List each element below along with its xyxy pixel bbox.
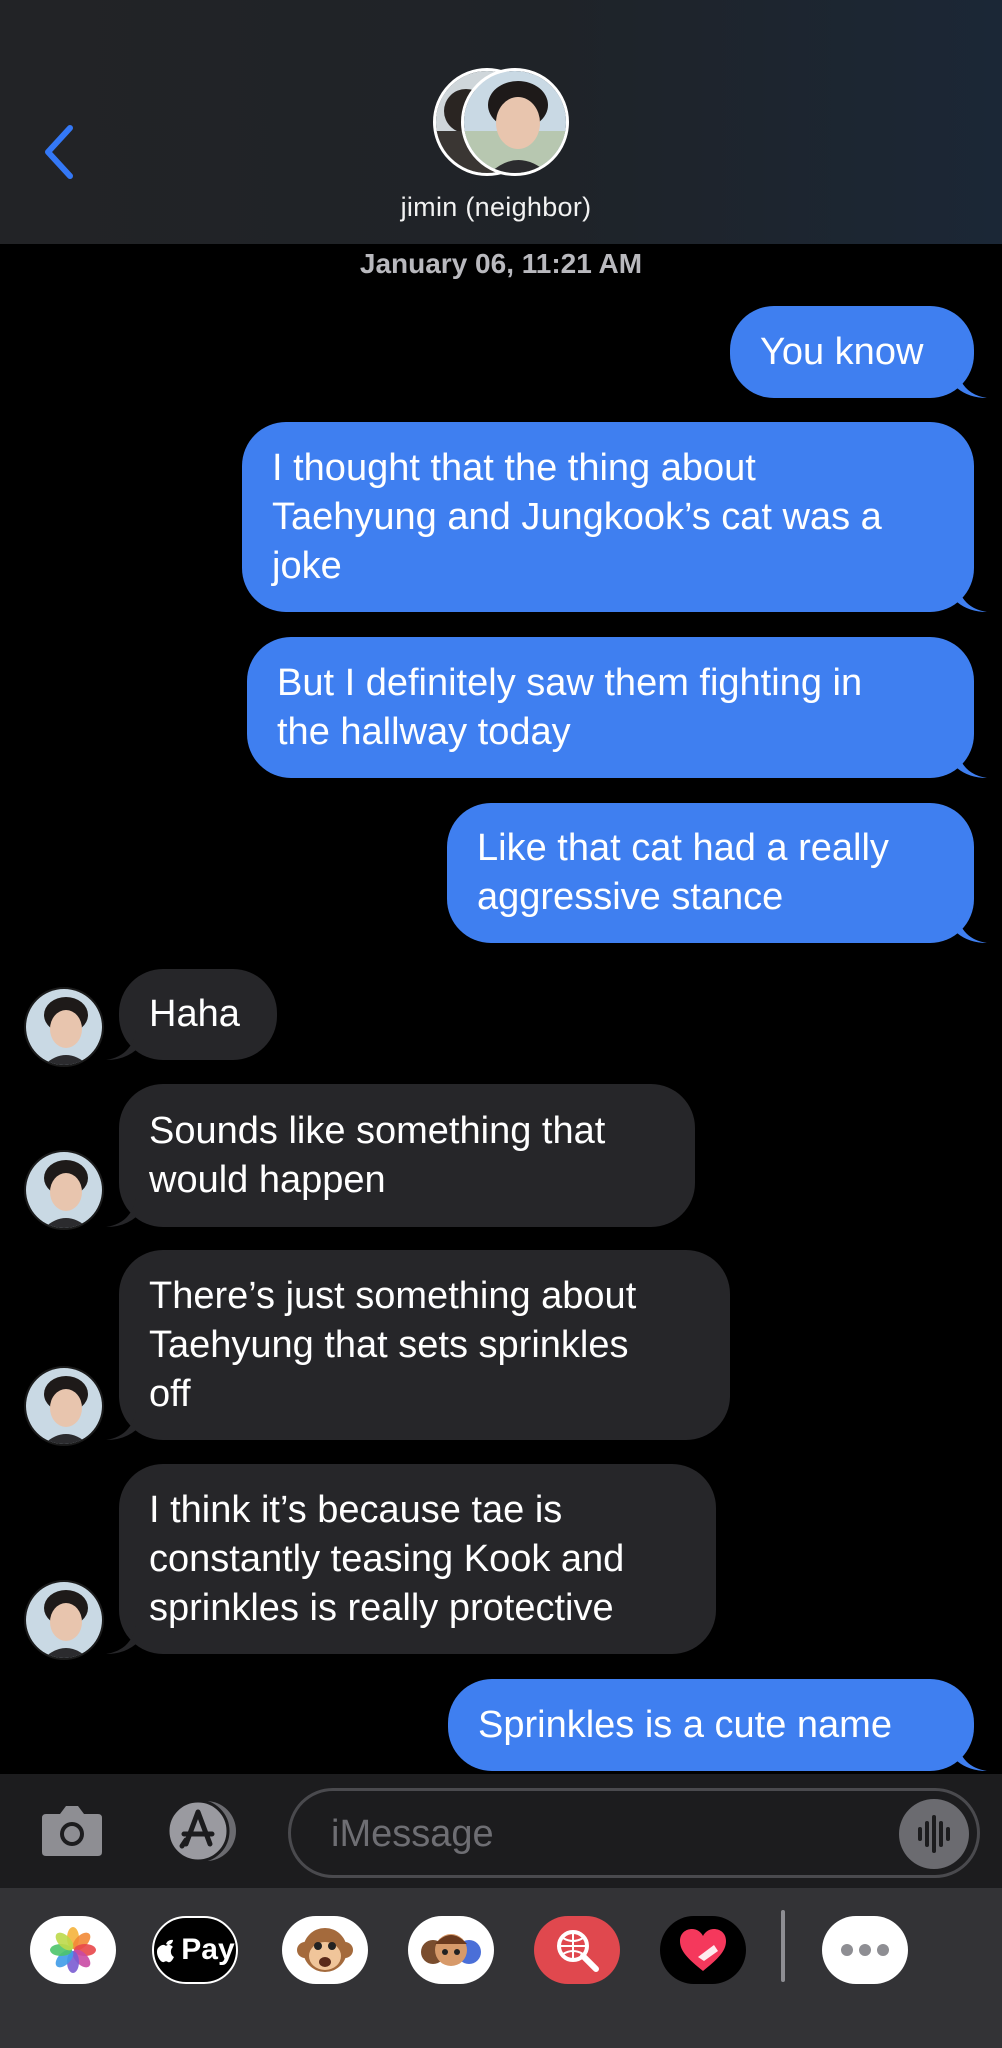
bubble-tail: [106, 1624, 136, 1654]
message-bubble-sent[interactable]: You know: [730, 306, 987, 398]
contact-avatar: [461, 68, 569, 176]
camera-button[interactable]: [40, 1800, 104, 1860]
message-text: You know: [760, 330, 924, 373]
app-store-button[interactable]: [160, 1798, 246, 1864]
contact-name[interactable]: jimin (neighbor): [0, 192, 992, 223]
apple-pay-button[interactable]: Pay: [152, 1916, 238, 1984]
heart-icon: [680, 1929, 726, 1971]
image-search-app-button[interactable]: [534, 1916, 620, 1984]
app-store-icon: [166, 1799, 236, 1863]
bubble-tail: [957, 748, 987, 778]
message-bubble-received[interactable]: There’s just something about Taehyung th…: [106, 1250, 730, 1440]
message-text: There’s just something about Taehyung th…: [149, 1274, 637, 1415]
message-bubble-received[interactable]: I think it’s because tae is constantly t…: [106, 1464, 716, 1654]
chevron-left-icon: [45, 125, 73, 179]
message-bubble-received[interactable]: Sounds like something that would happen: [106, 1084, 695, 1227]
message-text: But I definitely saw them fighting in th…: [277, 661, 863, 753]
apple-logo-icon: [157, 1939, 175, 1963]
digital-touch-app-button[interactable]: [660, 1916, 746, 1984]
bubble-tail: [957, 368, 987, 398]
globe-search-icon: [557, 1930, 599, 1972]
message-text: Haha: [149, 993, 240, 1035]
bubble-tail: [106, 1030, 136, 1060]
compose-bar: iMessage: [0, 1774, 1002, 1888]
photos-icon: [50, 1927, 96, 1973]
message-bubble-sent[interactable]: I thought that the thing about Taehyung …: [242, 422, 987, 612]
memoji-app-button[interactable]: [408, 1916, 494, 1984]
message-bubble-sent[interactable]: Sprinkles is a cute name: [448, 1679, 987, 1771]
bubble-tail: [957, 582, 987, 612]
memoji-icon: [421, 1934, 481, 1966]
message-input-placeholder: iMessage: [331, 1813, 494, 1855]
message-text: Sprinkles is a cute name: [478, 1703, 892, 1746]
message-text: Like that cat had a really aggressive st…: [477, 827, 889, 918]
photos-app-button[interactable]: [30, 1916, 116, 1984]
bubble-tail: [957, 1741, 987, 1771]
more-apps-button[interactable]: [822, 1916, 908, 1984]
sender-avatar[interactable]: [24, 1150, 104, 1230]
camera-icon: [42, 1806, 102, 1856]
animoji-app-button[interactable]: [282, 1916, 368, 1984]
monkey-icon: [297, 1928, 353, 1972]
message-bubble-sent[interactable]: But I definitely saw them fighting in th…: [247, 637, 987, 778]
message-input[interactable]: iMessage: [288, 1788, 980, 1878]
back-button[interactable]: [40, 120, 80, 184]
bubble-tail: [957, 913, 987, 943]
sender-avatar[interactable]: [24, 1580, 104, 1660]
conversation-timestamp: January 06, 11:21 AM: [359, 248, 643, 279]
message-bubble-received[interactable]: Haha: [106, 969, 277, 1060]
sender-avatar[interactable]: [24, 1366, 104, 1446]
bubble-tail: [106, 1410, 136, 1440]
contact-avatar-group[interactable]: [433, 68, 569, 178]
message-text: I think it’s because tae is constantly t…: [149, 1488, 625, 1629]
app-drawer: Pay: [0, 1888, 1002, 2048]
bubble-tail: [106, 1197, 136, 1227]
message-bubble-sent[interactable]: Like that cat had a really aggressive st…: [447, 803, 987, 943]
apple-pay-label: Pay: [181, 1933, 235, 1966]
conversation-header: jimin (neighbor): [0, 0, 1002, 244]
drawer-divider: [781, 1910, 785, 1982]
message-text: Sounds like something that would happen: [149, 1109, 606, 1201]
sender-avatar[interactable]: [24, 987, 104, 1067]
audio-message-button[interactable]: [899, 1799, 969, 1869]
more-icon: [841, 1944, 889, 1956]
waveform-icon: [918, 1815, 950, 1853]
message-text: I thought that the thing about Taehyung …: [272, 446, 882, 587]
